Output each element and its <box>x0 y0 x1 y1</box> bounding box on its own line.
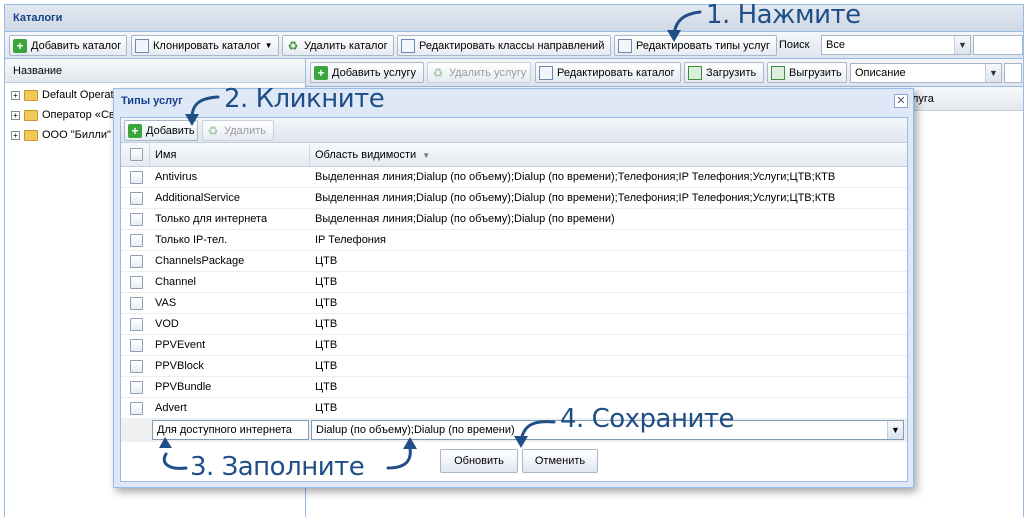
annotation-step-3: 3. Заполните <box>190 452 365 482</box>
annotation-step-4: 4. Сохраните <box>560 404 735 434</box>
annotation-step-1: 1. Нажмите <box>706 0 861 30</box>
annotation-arrows <box>159 10 702 470</box>
annotation-step-2: 2. Кликните <box>224 84 385 114</box>
